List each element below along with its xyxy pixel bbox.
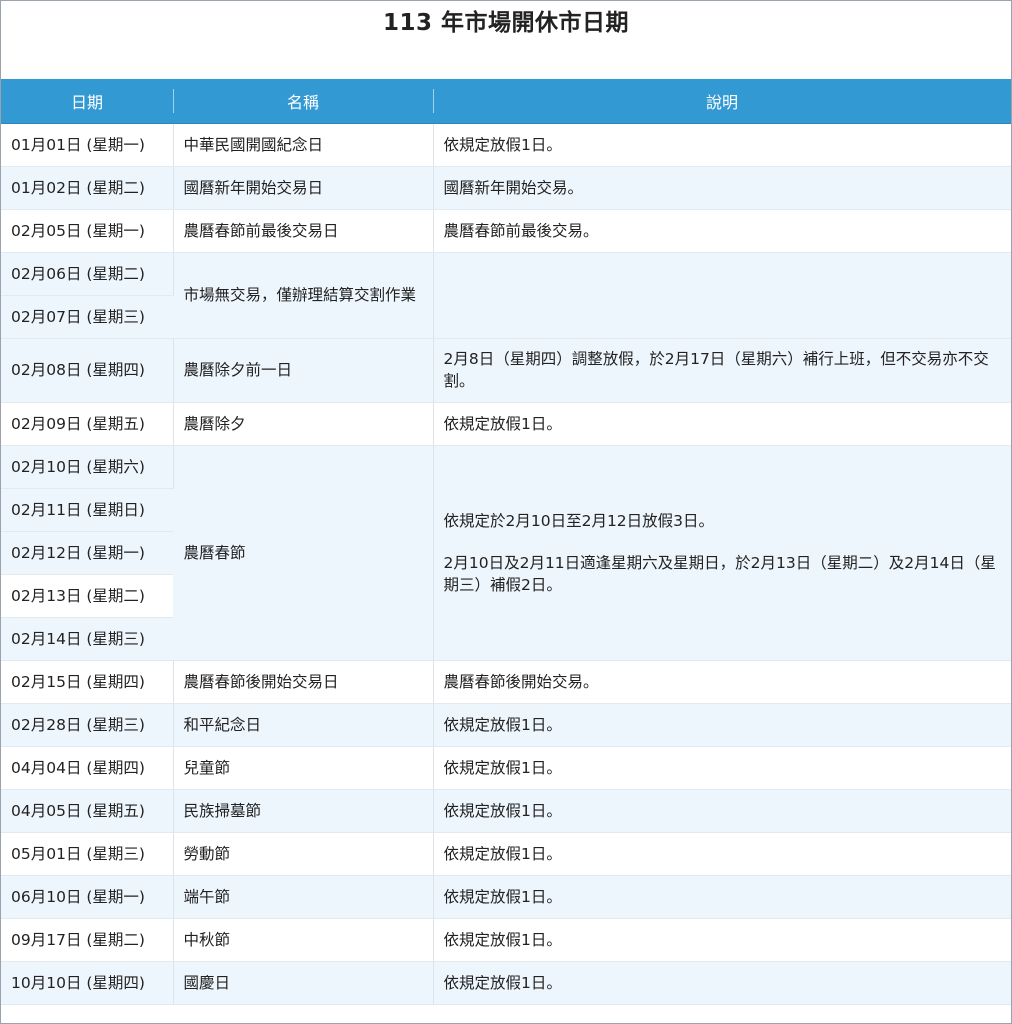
desc-cell <box>433 252 1011 339</box>
date-cell: 02月28日 (星期三) <box>1 703 174 747</box>
table-row: 05月01日 (星期三) 勞動節 依規定放假1日。 <box>1 832 1011 876</box>
desc-cell: 依規定放假1日。 <box>433 789 1011 833</box>
name-cell: 農曆春節 <box>173 445 434 661</box>
date-cell: 02月06日 (星期二) <box>1 252 174 296</box>
desc-cell: 2月8日（星期四）調整放假，於2月17日（星期六）補行上班，但不交易亦不交割。 <box>433 338 1011 403</box>
column-header-date: 日期 <box>1 79 173 124</box>
desc-cell: 農曆春節前最後交易。 <box>433 209 1011 253</box>
table-row: 02月09日 (星期五) 農曆除夕 依規定放假1日。 <box>1 402 1011 446</box>
desc-cell: 依規定放假1日。 <box>433 123 1011 167</box>
table-row: 04月05日 (星期五) 民族掃墓節 依規定放假1日。 <box>1 789 1011 833</box>
date-cell: 02月12日 (星期一) <box>1 531 173 575</box>
date-cell: 02月11日 (星期日) <box>1 488 173 532</box>
table-row: 06月10日 (星期一) 端午節 依規定放假1日。 <box>1 875 1011 919</box>
date-cell: 01月02日 (星期二) <box>1 166 174 210</box>
date-cell: 02月14日 (星期三) <box>1 617 173 661</box>
name-cell: 農曆春節前最後交易日 <box>173 209 434 253</box>
market-schedule-table: 日期 名稱 說明 01月01日 (星期一) 中華民國開國紀念日 依規定放假1日。… <box>1 79 1011 1005</box>
column-header-name: 名稱 <box>173 79 433 124</box>
name-cell: 市場無交易，僅辦理結算交割作業 <box>173 252 434 339</box>
name-cell: 國曆新年開始交易日 <box>173 166 434 210</box>
table-row: 02月05日 (星期一) 農曆春節前最後交易日 農曆春節前最後交易。 <box>1 209 1011 253</box>
date-cell: 04月04日 (星期四) <box>1 746 174 790</box>
name-cell: 國慶日 <box>173 961 434 1005</box>
column-header-desc: 說明 <box>433 79 1011 124</box>
name-cell: 中秋節 <box>173 918 434 962</box>
date-cell: 02月13日 (星期二) <box>1 574 173 618</box>
page-frame: 113 年市場開休市日期 日期 名稱 說明 01月01日 (星期一) 中華民國開… <box>0 0 1012 1024</box>
desc-cell: 依規定放假1日。 <box>433 746 1011 790</box>
name-cell: 農曆春節後開始交易日 <box>173 660 434 704</box>
date-cell: 06月10日 (星期一) <box>1 875 174 919</box>
name-cell: 農曆除夕 <box>173 402 434 446</box>
table-row: 02月28日 (星期三) 和平紀念日 依規定放假1日。 <box>1 703 1011 747</box>
table-row: 01月01日 (星期一) 中華民國開國紀念日 依規定放假1日。 <box>1 123 1011 167</box>
desc-cell: 國曆新年開始交易。 <box>433 166 1011 210</box>
table-header-row: 日期 名稱 說明 <box>1 79 1011 124</box>
table-row: 01月02日 (星期二) 國曆新年開始交易日 國曆新年開始交易。 <box>1 166 1011 210</box>
date-cell: 02月10日 (星期六) <box>1 445 174 489</box>
desc-paragraph: 依規定於2月10日至2月12日放假3日。 <box>443 511 715 530</box>
date-cell: 01月01日 (星期一) <box>1 123 174 167</box>
desc-cell: 依規定放假1日。 <box>433 832 1011 876</box>
table-row: 02月15日 (星期四) 農曆春節後開始交易日 農曆春節後開始交易。 <box>1 660 1011 704</box>
date-cell: 05月01日 (星期三) <box>1 832 174 876</box>
date-cell: 10月10日 (星期四) <box>1 961 174 1005</box>
date-cell: 02月09日 (星期五) <box>1 402 174 446</box>
table-row: 02月06日 (星期二) 市場無交易，僅辦理結算交割作業 <box>1 252 1011 339</box>
page-title: 113 年市場開休市日期 <box>382 10 630 36</box>
name-cell: 農曆除夕前一日 <box>173 338 434 403</box>
desc-cell: 依規定放假1日。 <box>433 402 1011 446</box>
table-row: 02月10日 (星期六) 農曆春節 依規定於2月10日至2月12日放假3日。 2… <box>1 445 1011 661</box>
name-cell: 端午節 <box>173 875 434 919</box>
desc-cell: 依規定放假1日。 <box>433 961 1011 1005</box>
date-cell: 02月05日 (星期一) <box>1 209 174 253</box>
table-row: 04月04日 (星期四) 兒童節 依規定放假1日。 <box>1 746 1011 790</box>
table-row: 10月10日 (星期四) 國慶日 依規定放假1日。 <box>1 961 1011 1005</box>
name-cell: 民族掃墓節 <box>173 789 434 833</box>
table-row: 09月17日 (星期二) 中秋節 依規定放假1日。 <box>1 918 1011 962</box>
date-cell: 02月15日 (星期四) <box>1 660 174 704</box>
date-cell: 09月17日 (星期二) <box>1 918 174 962</box>
name-cell: 和平紀念日 <box>173 703 434 747</box>
name-cell: 勞動節 <box>173 832 434 876</box>
date-cell: 02月07日 (星期三) <box>1 295 173 339</box>
desc-paragraph: 2月10日及2月11日適逢星期六及星期日，於2月13日（星期二）及2月14日（星… <box>443 553 996 594</box>
table-row: 02月08日 (星期四) 農曆除夕前一日 2月8日（星期四）調整放假，於2月17… <box>1 338 1011 403</box>
date-cell: 04月05日 (星期五) <box>1 789 174 833</box>
name-cell: 中華民國開國紀念日 <box>173 123 434 167</box>
desc-cell: 依規定於2月10日至2月12日放假3日。 2月10日及2月11日適逢星期六及星期… <box>433 445 1011 661</box>
name-cell: 兒童節 <box>173 746 434 790</box>
desc-cell: 依規定放假1日。 <box>433 875 1011 919</box>
desc-cell: 農曆春節後開始交易。 <box>433 660 1011 704</box>
date-cell: 02月08日 (星期四) <box>1 338 174 403</box>
desc-cell: 依規定放假1日。 <box>433 703 1011 747</box>
desc-cell: 依規定放假1日。 <box>433 918 1011 962</box>
